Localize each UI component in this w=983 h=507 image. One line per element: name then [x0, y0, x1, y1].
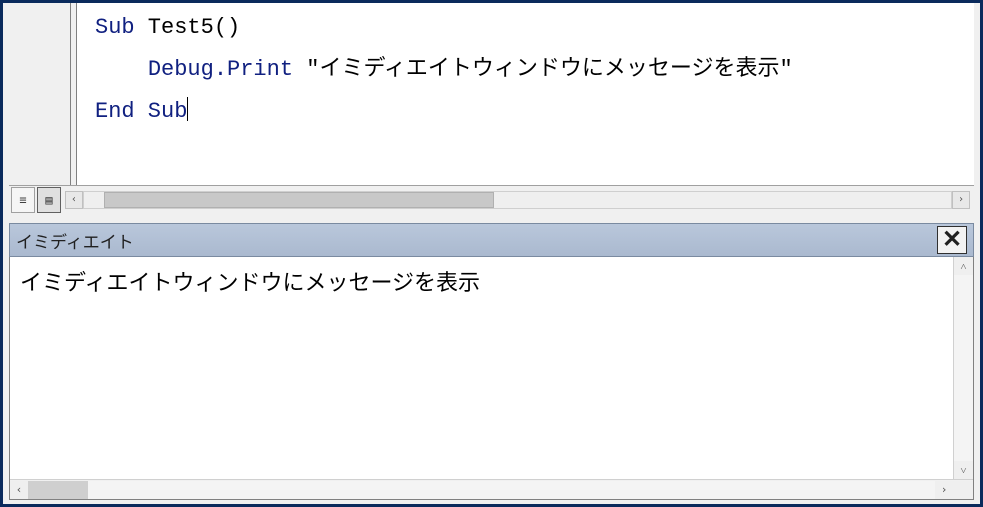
immediate-vertical-scrollbar[interactable]: ˄ ˅ — [953, 257, 973, 479]
code-hscroll-track[interactable] — [83, 191, 952, 209]
text-caret — [187, 97, 188, 121]
code-horizontal-scrollbar[interactable]: ‹ › — [65, 187, 970, 212]
view-procedure-button[interactable]: ≡ — [11, 187, 35, 213]
scrollbar-corner — [953, 481, 973, 499]
immediate-vscroll-track[interactable] — [954, 275, 973, 461]
code-editor[interactable]: Sub Test5() Debug.Print "イミディエイトウィンドウにメッ… — [77, 3, 974, 185]
scroll-right-icon[interactable]: › — [935, 481, 953, 499]
immediate-window: イミディエイト ✕ イミディエイトウィンドウにメッセージを表示 ˄ ˅ ‹ › — [9, 223, 974, 500]
scroll-left-icon[interactable]: ‹ — [10, 481, 28, 499]
close-icon: ✕ — [942, 228, 962, 252]
immediate-hscroll-thumb[interactable] — [28, 481, 88, 499]
code-host: Sub Test5() Debug.Print "イミディエイトウィンドウにメッ… — [9, 3, 974, 185]
scroll-down-icon[interactable]: ˅ — [954, 461, 973, 479]
code-margin — [9, 3, 71, 185]
scroll-up-icon[interactable]: ˄ — [954, 257, 973, 275]
vbe-window: Sub Test5() Debug.Print "イミディエイトウィンドウにメッ… — [0, 0, 983, 507]
code-pane: Sub Test5() Debug.Print "イミディエイトウィンドウにメッ… — [3, 3, 980, 213]
sub-name: Test5() — [135, 15, 241, 40]
keyword-debug-print: Debug.Print — [148, 57, 293, 82]
scroll-right-icon[interactable]: › — [952, 191, 970, 209]
keyword-end-sub: End Sub — [95, 99, 187, 124]
immediate-title: イミディエイト — [16, 228, 937, 253]
keyword-sub: Sub — [95, 15, 135, 40]
immediate-hscroll-track[interactable] — [28, 481, 935, 499]
string-literal: "イミディエイトウィンドウにメッセージを表示" — [293, 57, 793, 82]
immediate-output[interactable]: イミディエイトウィンドウにメッセージを表示 — [10, 257, 953, 479]
immediate-titlebar[interactable]: イミディエイト ✕ — [9, 223, 974, 257]
code-hscroll-thumb[interactable] — [104, 192, 494, 208]
close-button[interactable]: ✕ — [937, 226, 967, 254]
view-full-module-button[interactable]: ▤ — [37, 187, 61, 213]
code-bottom-bar: ≡ ▤ ‹ › — [9, 185, 974, 213]
immediate-body: イミディエイトウィンドウにメッセージを表示 ˄ ˅ ‹ › — [9, 257, 974, 500]
scroll-left-icon[interactable]: ‹ — [65, 191, 83, 209]
immediate-horizontal-scrollbar[interactable]: ‹ › — [10, 479, 973, 499]
